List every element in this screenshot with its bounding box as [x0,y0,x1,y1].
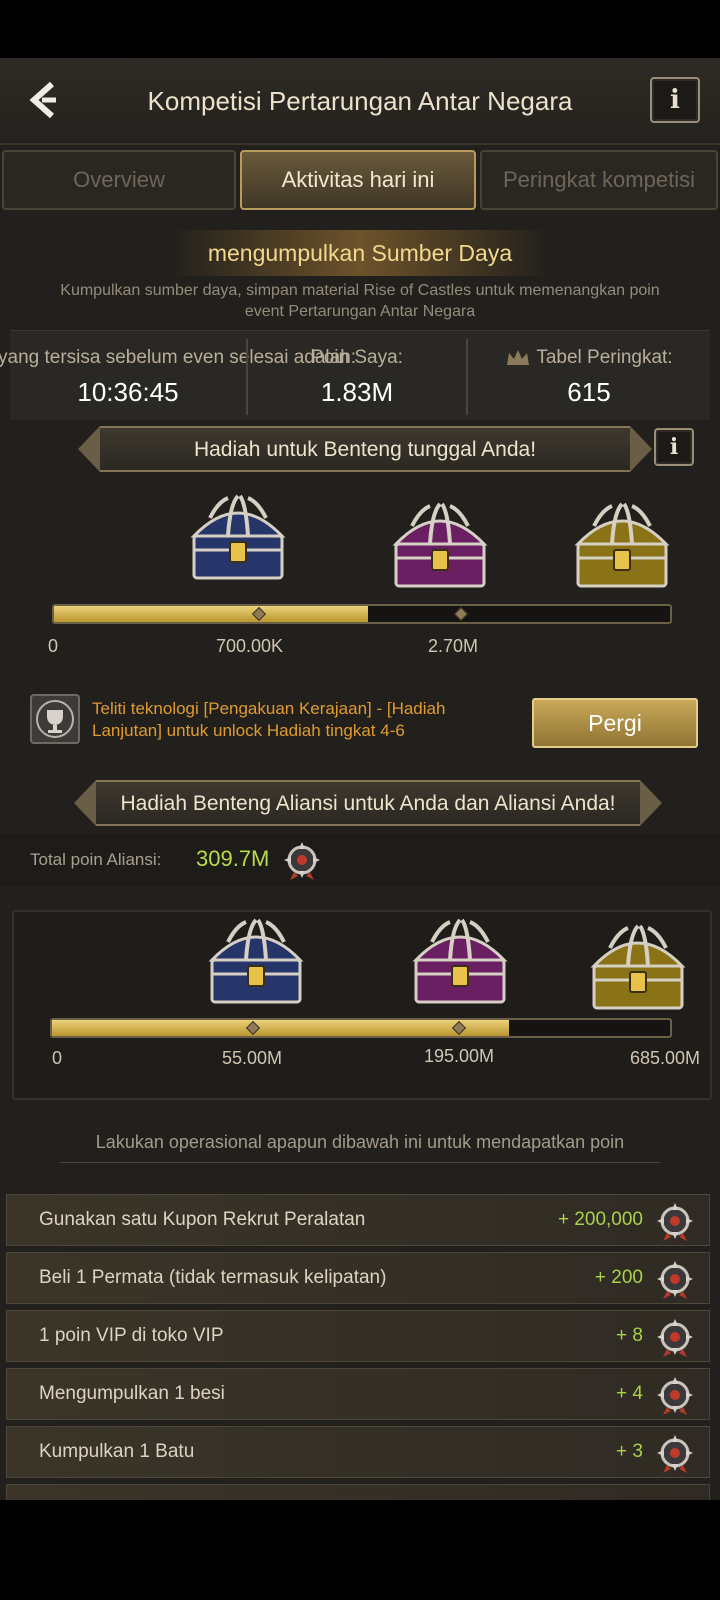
stat-leaderboard[interactable]: Tabel Peringkat: 615 [468,331,710,421]
task-row: Kumpulkan 1 Batu + 3 [6,1426,710,1478]
points-badge-icon [655,1259,695,1301]
page-title: Kompetisi Pertarungan Antar Negara [147,86,573,116]
task-row-partial [6,1484,710,1500]
alliance-reward-ribbon: Hadiah Benteng Aliansi untuk Anda dan Al… [74,780,662,826]
points-badge-icon [655,1317,695,1359]
blue-chest-icon[interactable] [206,914,306,1006]
task-label: Kumpulkan 1 Batu [39,1441,195,1462]
task-label: 1 poin VIP di toko VIP [39,1325,224,1346]
task-points: + 200,000 [557,1209,643,1230]
single-tick-1: 700.00K [216,636,284,656]
stats-panel: yang tersisa sebelum even selesai adalah… [0,330,710,421]
my-points-label: Poin Saya: [311,347,403,368]
task-label: Mengumpulkan 1 besi [39,1383,225,1404]
blue-chest-icon[interactable] [188,490,288,582]
task-points: + 4 [616,1383,643,1404]
points-badge-icon [655,1201,695,1243]
tab-peringkat-kompetisi[interactable]: Peringkat kompetisi [480,150,718,210]
task-points: + 200 [594,1267,643,1288]
operations-title: Lakukan operasional apapun dibawah ini u… [95,1132,625,1152]
task-label: Beli 1 Permata (tidak termasuk kelipatan… [39,1267,387,1288]
gold-chest-icon[interactable] [588,920,688,1012]
alliance-reward-progress-fill [52,1020,510,1036]
tab-overview[interactable]: Overview [2,150,236,210]
task-row: Beli 1 Permata (tidak termasuk kelipatan… [6,1252,710,1304]
go-button[interactable]: Pergi [532,698,698,748]
alliance-tick-3: 685.00M [630,1048,701,1068]
task-row: Mengumpulkan 1 besi + 4 [6,1368,710,1420]
header: Kompetisi Pertarungan Antar Negara i [0,58,720,145]
time-remaining-label: yang tersisa sebelum even selesai adalah… [0,347,357,368]
task-label: Gunakan satu Kupon Rekrut Peralatan [39,1209,366,1230]
alliance-tick-1: 55.00M [222,1048,283,1068]
alliance-total-value: 309.7M [196,846,270,871]
leaderboard-label: Tabel Peringkat: [468,347,710,369]
single-tick-0: 0 [48,636,59,656]
time-remaining-value: 10:36:45 [77,377,179,407]
purple-chest-icon[interactable] [390,498,490,590]
alliance-tick-0: 0 [52,1048,63,1068]
stat-time-remaining: yang tersisa sebelum even selesai adalah… [0,331,356,421]
tech-unlock-text: Teliti teknologi [Pengakuan Kerajaan] - … [92,699,446,740]
tab-aktivitas-hari-ini[interactable]: Aktivitas hari ini [240,150,476,210]
task-row: 1 poin VIP di toko VIP + 8 [6,1310,710,1362]
activity-title: mengumpulkan Sumber Daya [170,230,550,276]
leaderboard-value: 615 [567,377,611,408]
alliance-total-row: Total poin Aliansi: 309.7M [0,834,720,886]
tab-bar: Overview Aktivitas hari ini Peringkat ko… [0,150,720,212]
task-points: + 8 [616,1325,643,1346]
alliance-tick-2: 195.00M [424,1046,495,1066]
task-points: + 3 [616,1441,643,1462]
single-reward-info-button[interactable]: i [654,428,694,466]
alliance-reward-ribbon-row: Hadiah Benteng Aliansi untuk Anda dan Al… [0,776,720,832]
divider [60,1162,660,1163]
single-reward-ribbon-row: Hadiah untuk Benteng tunggal Anda! i [0,422,720,478]
crown-icon [507,350,530,365]
milestone-marker [453,606,469,622]
back-arrow-icon [29,81,56,119]
back-button[interactable] [22,78,66,122]
navigation-bar-area [0,1500,720,1600]
gold-chest-icon[interactable] [572,498,672,590]
purple-chest-icon[interactable] [410,914,510,1006]
leaderboard-label-text: Tabel Peringkat: [536,347,673,369]
status-bar [0,0,720,58]
stat-my-points: Poin Saya: 1.83M [248,331,466,421]
alliance-total-label: Total poin Aliansi: [30,850,162,869]
single-reward-ribbon: Hadiah untuk Benteng tunggal Anda! [78,426,652,472]
single-tick-2: 2.70M [428,636,479,656]
trophy-tech-icon [30,694,80,744]
points-badge-icon [655,1433,695,1475]
info-button[interactable]: i [650,77,700,123]
activity-description: Kumpulkan sumber daya, simpan material R… [60,282,660,320]
task-row: Gunakan satu Kupon Rekrut Peralatan + 20… [6,1194,710,1246]
my-points-value: 1.83M [320,377,394,407]
alliance-points-badge-icon [282,840,322,882]
app-screen: Kompetisi Pertarungan Antar Negara i Ove… [0,58,720,1500]
points-badge-icon [655,1375,695,1417]
single-reward-progress-bar [52,604,672,624]
alliance-reward-progress-bar [50,1018,672,1038]
single-reward-progress-fill [54,606,369,622]
